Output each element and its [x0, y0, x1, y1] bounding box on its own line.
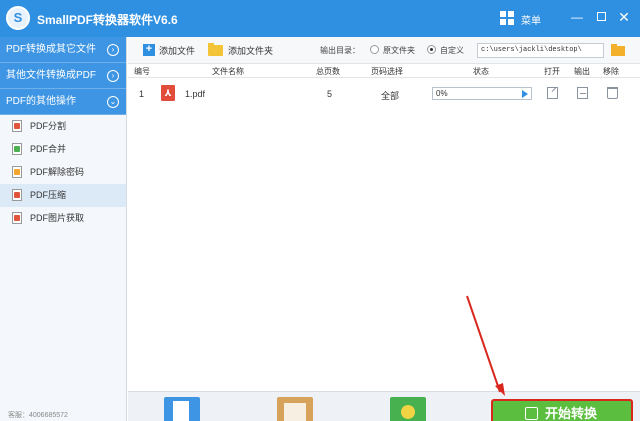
play-icon[interactable] — [522, 90, 528, 98]
col-index: 编号 — [134, 67, 150, 76]
app-title: SmallPDF转换器软件V6.6 — [37, 13, 178, 27]
sidebar: PDF转换成其它文件 › 其他文件转换成PDF › PDF的其他操作 ⌄ PDF… — [0, 37, 127, 421]
row-filename: 1.pdf — [185, 89, 206, 99]
maximize-icon — [596, 12, 606, 21]
pdf-file-icon — [12, 166, 22, 178]
pdf-file-icon — [12, 143, 22, 155]
close-button[interactable]: ✕ — [615, 8, 633, 26]
minimize-button[interactable]: — — [568, 8, 586, 26]
row-page-select[interactable]: 全部 — [381, 89, 399, 102]
output-dir-label: 输出目录： — [320, 46, 360, 55]
col-filename: 文件名称 — [212, 67, 244, 76]
trash-icon[interactable] — [607, 87, 618, 99]
col-page-select: 页码选择 — [371, 67, 403, 76]
app-logo-icon: S — [6, 6, 30, 30]
menu-grid-icon[interactable] — [500, 11, 515, 26]
sidebar-item-label: PDF分割 — [30, 121, 67, 131]
chevron-right-icon: › — [107, 44, 119, 56]
title-bar: S SmallPDF转换器软件V6.6 菜单 — ✕ — [0, 0, 640, 37]
book-icon[interactable] — [277, 397, 313, 421]
add-folder-button[interactable]: 添加文件夹 — [228, 44, 273, 57]
row-progress-bar: 0% — [432, 87, 532, 100]
col-remove: 移除 — [603, 67, 619, 76]
pdf-file-icon: ⅄ — [161, 85, 175, 101]
sidebar-item[interactable]: PDF合并 — [0, 138, 126, 161]
sidebar-category-label: 其他文件转换成PDF — [6, 70, 96, 81]
start-icon — [525, 407, 538, 420]
add-file-icon[interactable]: + — [143, 44, 155, 56]
sidebar-item[interactable]: PDF解除密码 — [0, 161, 126, 184]
col-open: 打开 — [544, 67, 560, 76]
sidebar-item[interactable]: PDF分割 — [0, 115, 126, 138]
start-convert-label: 开始转换 — [545, 406, 598, 421]
document-icon[interactable] — [164, 397, 200, 421]
row-index: 1 — [139, 89, 145, 99]
toolbar: + 添加文件 添加文件夹 输出目录： 原文件夹 自定义 c:\users\jac… — [128, 37, 640, 64]
sidebar-item-label: PDF压缩 — [30, 190, 67, 200]
sidebar-item-label: PDF合并 — [30, 144, 67, 154]
col-pages: 总页数 — [316, 67, 340, 76]
app-icon[interactable] — [390, 397, 426, 421]
pdf-file-icon — [12, 120, 22, 132]
sidebar-category-pdf-other-ops[interactable]: PDF的其他操作 ⌄ — [0, 89, 126, 115]
radio-source-folder[interactable] — [370, 45, 379, 54]
row-status: 0% — [436, 89, 448, 98]
sidebar-category-other-to-pdf[interactable]: 其他文件转换成PDF › — [0, 63, 126, 89]
col-export: 输出 — [574, 67, 590, 76]
output-path-field[interactable]: c:\users\jackli\desktop\ — [477, 43, 604, 58]
col-status: 状态 — [473, 67, 489, 76]
menu-button[interactable]: 菜单 — [521, 12, 541, 27]
add-folder-icon[interactable] — [208, 43, 223, 56]
radio-custom-label[interactable]: 自定义 — [440, 45, 464, 56]
pdf-file-icon — [12, 212, 22, 224]
pdf-file-icon — [12, 189, 22, 201]
support-note: 客服：4006685572 — [8, 412, 68, 419]
table-row[interactable]: 1 ⅄ 1.pdf 5 全部 0% — [128, 80, 640, 108]
sidebar-item[interactable]: PDF压缩 — [0, 184, 126, 207]
sidebar-category-pdf-to-other[interactable]: PDF转换成其它文件 › — [0, 37, 126, 63]
open-icon[interactable] — [547, 87, 558, 99]
radio-custom[interactable] — [427, 45, 436, 54]
table-header: 编号 文件名称 总页数 页码选择 状态 打开 输出 移除 — [128, 64, 640, 78]
export-icon[interactable] — [577, 87, 588, 99]
sidebar-category-label: PDF的其他操作 — [6, 96, 76, 107]
row-pages: 5 — [327, 89, 333, 99]
chevron-right-icon: › — [107, 70, 119, 82]
browse-folder-icon[interactable] — [611, 44, 625, 56]
sidebar-category-label: PDF转换成其它文件 — [6, 44, 96, 55]
chevron-down-icon: ⌄ — [107, 96, 119, 108]
sidebar-item[interactable]: PDF图片获取 — [0, 207, 126, 230]
sidebar-item-label: PDF图片获取 — [30, 213, 85, 223]
sidebar-item-label: PDF解除密码 — [30, 167, 85, 177]
maximize-button[interactable] — [592, 8, 610, 26]
add-file-button[interactable]: 添加文件 — [159, 44, 195, 57]
radio-source-folder-label[interactable]: 原文件夹 — [383, 45, 415, 56]
start-convert-button[interactable]: 开始转换 — [491, 399, 633, 421]
